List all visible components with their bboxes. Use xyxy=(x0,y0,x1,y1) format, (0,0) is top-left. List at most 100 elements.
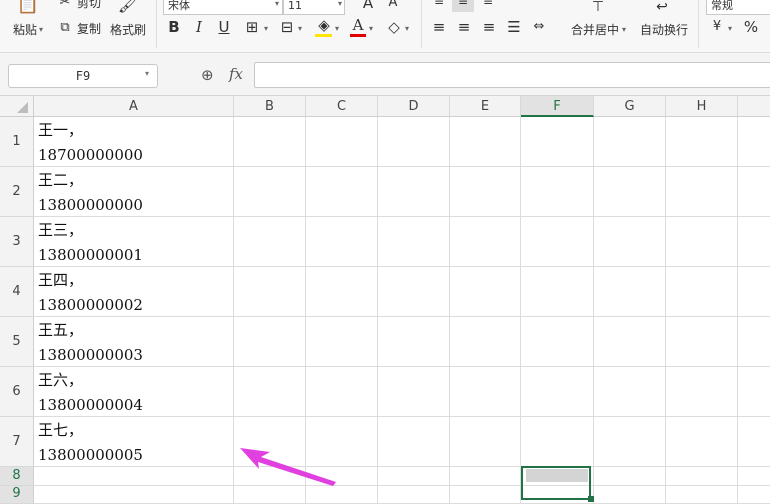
merge-center-dropdown-icon[interactable]: ▾ xyxy=(622,25,626,34)
format-painter-button[interactable]: 格式刷 xyxy=(110,21,146,38)
fill-handle[interactable] xyxy=(588,496,594,502)
grow-font-button[interactable]: A xyxy=(361,0,375,12)
row-header-5[interactable]: 5 xyxy=(0,317,34,367)
gridline xyxy=(449,117,450,504)
row-header-6[interactable]: 6 xyxy=(0,367,34,417)
cell-style-icon[interactable]: ⊟ xyxy=(278,18,296,36)
selected-cell-f9[interactable] xyxy=(521,466,591,500)
currency-dropdown-icon[interactable]: ▾ xyxy=(728,24,732,33)
clear-format-icon[interactable]: ◇ xyxy=(385,18,403,36)
insert-function-button[interactable]: fx xyxy=(229,65,243,83)
align-bottom-icon[interactable]: ≡ xyxy=(481,0,495,10)
gridline xyxy=(34,416,770,417)
currency-button[interactable]: ¥ xyxy=(709,18,725,36)
column-header-d[interactable]: D xyxy=(378,96,450,117)
paste-icon[interactable]: 📋 xyxy=(14,0,42,14)
gridline xyxy=(737,117,738,504)
borders-icon[interactable]: ⊞ xyxy=(243,18,261,36)
column-header-b[interactable]: B xyxy=(234,96,306,117)
number-format-select[interactable]: 常规 xyxy=(706,0,770,15)
gridline xyxy=(377,117,378,504)
wrap-text-icon[interactable]: ↩ xyxy=(651,0,673,16)
shrink-font-button[interactable]: A xyxy=(386,0,400,12)
row-header-2[interactable]: 2 xyxy=(0,167,34,217)
gridline xyxy=(34,266,770,267)
scissors-icon[interactable]: ✂ xyxy=(57,0,73,12)
font-name-dropdown-icon[interactable]: ▾ xyxy=(275,0,279,8)
align-right-icon[interactable]: ≡ xyxy=(482,18,496,36)
font-color-button[interactable]: A xyxy=(351,16,365,34)
align-middle-icon[interactable]: ≡ xyxy=(456,0,470,10)
cell-a3-line1[interactable]: 王三， xyxy=(38,218,83,243)
spreadsheet-grid[interactable]: A B C D E F G H 1 2 3 4 5 6 7 8 9 王一， 18… xyxy=(0,96,770,504)
column-header-h[interactable]: H xyxy=(666,96,738,117)
column-header-g[interactable]: G xyxy=(594,96,666,117)
cell-a7-line2[interactable]: 13800000005 xyxy=(38,443,143,468)
column-header-c[interactable]: C xyxy=(306,96,378,117)
cell-style-dropdown-icon[interactable]: ▾ xyxy=(298,24,302,33)
row-header-1[interactable]: 1 xyxy=(0,117,34,167)
column-header-a[interactable]: A xyxy=(34,96,234,117)
font-color-dropdown-icon[interactable]: ▾ xyxy=(369,24,373,33)
name-box[interactable]: F9 xyxy=(8,64,158,88)
font-size-dropdown-icon[interactable]: ▾ xyxy=(338,0,342,8)
cell-a7-line1[interactable]: 王七， xyxy=(38,418,83,443)
cut-button[interactable]: 剪切 xyxy=(77,0,101,11)
copy-button[interactable]: 复制 xyxy=(77,20,101,37)
select-all-corner[interactable] xyxy=(0,96,34,117)
select-all-icon xyxy=(17,102,28,113)
fill-color-icon[interactable]: ◈ xyxy=(315,16,333,34)
cell-a4-line1[interactable]: 王四， xyxy=(38,268,83,293)
zoom-icon[interactable]: ⊕ xyxy=(201,66,214,84)
name-box-dropdown-icon[interactable]: ▾ xyxy=(145,69,149,78)
gridline xyxy=(34,316,770,317)
percent-button[interactable]: % xyxy=(742,18,760,36)
clear-format-dropdown-icon[interactable]: ▾ xyxy=(405,24,409,33)
paste-dropdown-icon[interactable]: ▾ xyxy=(39,25,43,34)
align-center-icon[interactable]: ≡ xyxy=(457,18,471,36)
column-header-f[interactable]: F xyxy=(521,96,594,117)
gridline xyxy=(34,485,770,486)
merge-center-icon[interactable]: ⊤ xyxy=(588,0,608,16)
align-left-icon[interactable]: ≡ xyxy=(432,18,446,36)
cell-a6-line1[interactable]: 王六， xyxy=(38,368,83,393)
fill-color-dropdown-icon[interactable]: ▾ xyxy=(335,24,339,33)
format-painter-icon[interactable]: 🖌 xyxy=(116,0,140,14)
cell-a5-line2[interactable]: 13800000003 xyxy=(38,343,143,368)
borders-dropdown-icon[interactable]: ▾ xyxy=(264,24,268,33)
wrap-text-button[interactable]: 自动换行 xyxy=(640,21,688,38)
merge-center-button[interactable]: 合并居中 xyxy=(571,21,619,38)
ribbon-divider xyxy=(698,0,699,48)
ribbon-divider xyxy=(421,0,422,48)
paste-button[interactable]: 粘贴 xyxy=(13,21,37,38)
row-header-9[interactable]: 9 xyxy=(0,486,34,504)
row-header-4[interactable]: 4 xyxy=(0,267,34,317)
underline-button[interactable]: U xyxy=(217,18,231,36)
cell-a3-line2[interactable]: 13800000001 xyxy=(38,243,143,268)
bold-button[interactable]: B xyxy=(167,18,181,36)
italic-button[interactable]: I xyxy=(192,18,206,36)
row-header-7[interactable]: 7 xyxy=(0,417,34,467)
font-size-select[interactable]: 11 xyxy=(283,0,345,15)
ribbon-toolbar: 📋 粘贴 ▾ ✂ 剪切 ⧉ 复制 🖌 格式刷 宋体 ▾ 11 ▾ A A B I… xyxy=(0,0,770,53)
cell-a2-line1[interactable]: 王二， xyxy=(38,168,83,193)
align-top-icon[interactable]: ≡ xyxy=(432,0,446,10)
cell-a2-line2[interactable]: 13800000000 xyxy=(38,193,143,218)
cell-a6-line2[interactable]: 13800000004 xyxy=(38,393,143,418)
font-name-select[interactable]: 宋体 xyxy=(163,0,283,15)
row-header-8[interactable]: 8 xyxy=(0,467,34,486)
row-header-3[interactable]: 3 xyxy=(0,217,34,267)
formula-input[interactable] xyxy=(254,62,770,88)
cell-a4-line2[interactable]: 13800000002 xyxy=(38,293,143,318)
gridline xyxy=(665,117,666,504)
column-header-e[interactable]: E xyxy=(450,96,521,117)
column-header-i[interactable] xyxy=(738,96,770,117)
cell-a1-line1[interactable]: 王一， xyxy=(38,118,83,143)
copy-icon[interactable]: ⧉ xyxy=(57,19,73,37)
cell-a1-line2[interactable]: 18700000000 xyxy=(38,143,143,168)
justify-icon[interactable]: ☰ xyxy=(507,18,521,36)
annotation-arrow xyxy=(240,448,336,486)
font-size-value: 11 xyxy=(288,0,302,12)
cell-a5-line1[interactable]: 王五， xyxy=(38,318,83,343)
distributed-align-icon[interactable]: ⇔ xyxy=(530,18,548,36)
